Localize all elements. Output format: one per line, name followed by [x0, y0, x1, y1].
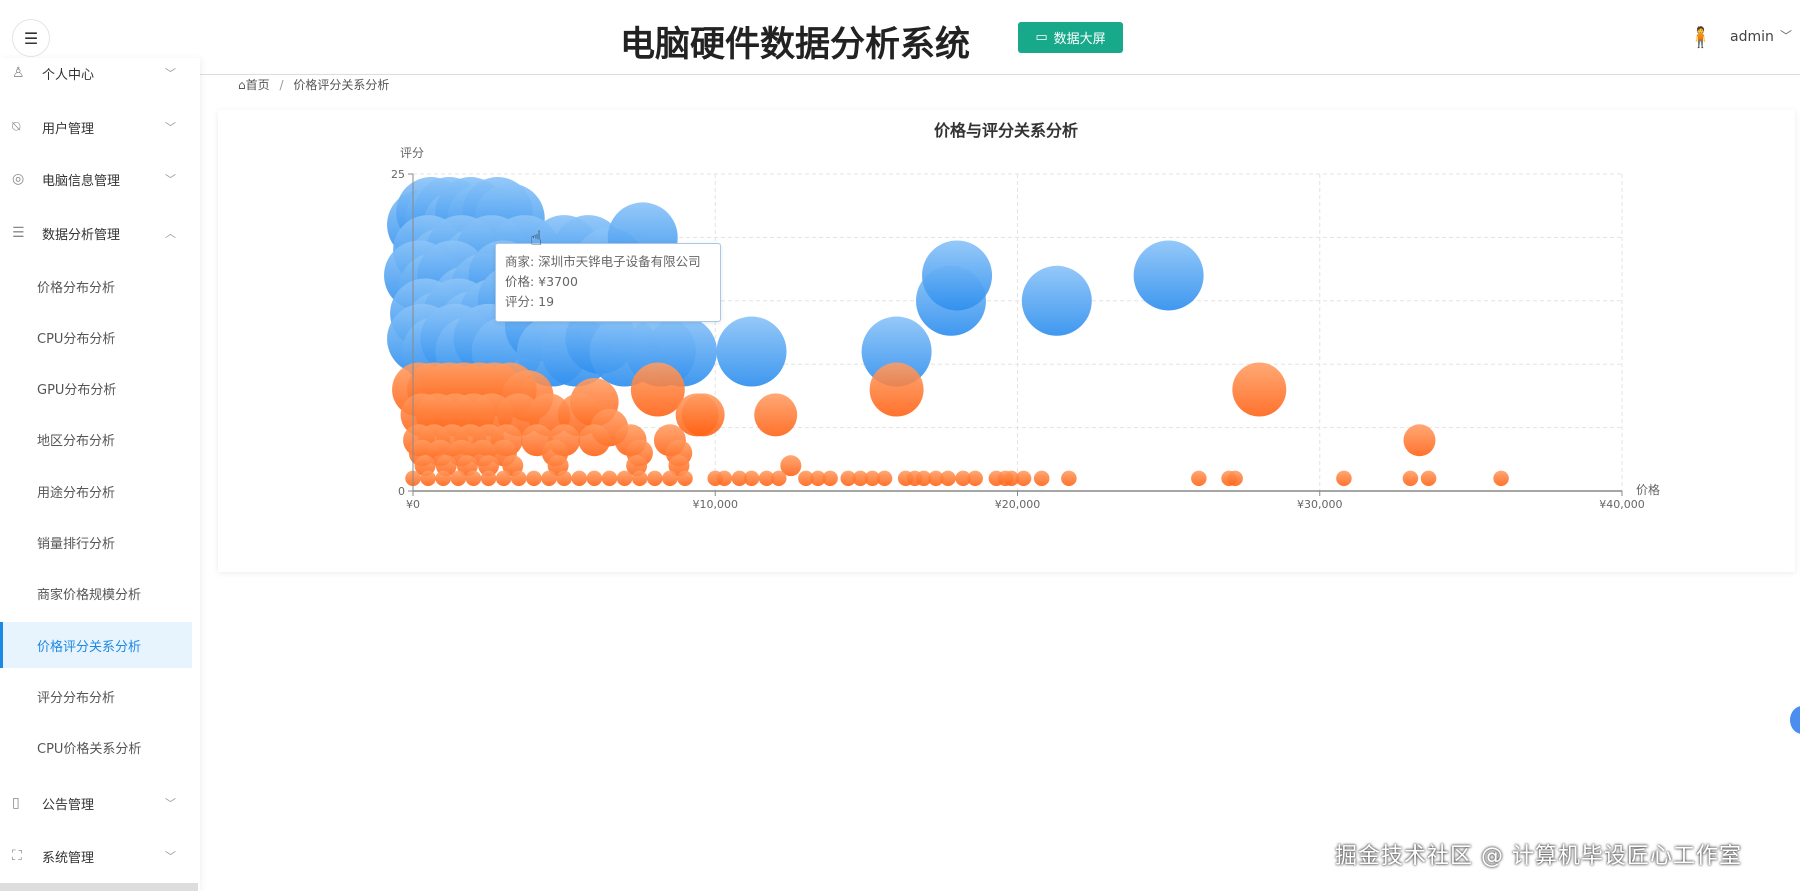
bubble-low-score: [1420, 470, 1437, 487]
bubble-high-score: [1021, 265, 1092, 336]
x-tick-label: ¥0: [406, 498, 420, 511]
bubble-low-score: [511, 470, 527, 487]
bubble-low-score: [1227, 470, 1243, 487]
bubble-low-score: [770, 470, 787, 487]
bubble-low-score: [1232, 362, 1287, 417]
chart-tooltip: 商家: 深圳市天铧电子设备有限公司 价格: ¥3700 评分: 19: [495, 243, 721, 322]
bubble-low-score: [1402, 470, 1419, 487]
bubble-low-score: [647, 470, 663, 487]
x-axis-label: 价格: [1636, 482, 1660, 497]
bubble-low-score: [869, 362, 924, 417]
bubble-low-score: [677, 470, 693, 487]
bubble-high-score: [716, 316, 787, 387]
watermark: 掘金技术社区 @ 计算机毕设匠心工作室: [1335, 844, 1742, 869]
tooltip-score: 评分: 19: [505, 294, 555, 309]
x-tick-label: ¥10,000: [693, 498, 739, 511]
bubble-low-score: [822, 470, 838, 487]
bubble-low-score: [465, 470, 482, 487]
hand-cursor-icon: ☝: [530, 226, 543, 250]
bubble-low-score: [616, 470, 633, 487]
chart-title: 价格与评分关系分析: [934, 121, 1078, 140]
bubble-low-score: [420, 470, 436, 487]
bubble-high-score: [922, 240, 993, 311]
bubble-low-score: [743, 470, 760, 487]
bubble-low-score: [1061, 470, 1077, 487]
bubble-low-score: [681, 393, 725, 437]
bubble-low-score: [601, 470, 618, 487]
bubble-high-score: [1133, 240, 1204, 311]
bubble-low-score: [578, 424, 611, 457]
bubble-low-score: [571, 470, 587, 487]
tooltip-price: 价格: ¥3700: [505, 274, 578, 289]
bubble-low-score: [716, 470, 733, 487]
y-tick-label: 0: [398, 485, 405, 498]
bubble-low-score: [876, 470, 893, 487]
bubble-low-score: [940, 470, 956, 487]
bubble-low-score: [967, 470, 983, 487]
bubble-low-score: [1493, 470, 1509, 487]
x-tick-label: ¥40,000: [1599, 498, 1645, 511]
bubble-low-score: [754, 393, 798, 437]
bubble-low-score: [1403, 424, 1436, 457]
bubble-low-score: [586, 470, 603, 487]
bubble-low-score: [495, 470, 512, 487]
bubble-low-score: [1033, 470, 1050, 487]
bubble-low-score: [480, 470, 497, 487]
bubble-low-score: [541, 470, 557, 487]
bubble-low-score: [435, 470, 451, 487]
tooltip-merchant: 商家: 深圳市天铧电子设备有限公司: [505, 254, 701, 269]
x-tick-label: ¥20,000: [995, 498, 1041, 511]
bubble-low-score: [631, 470, 648, 487]
bubble-low-score: [1015, 470, 1032, 487]
bubble-low-score: [1336, 470, 1352, 487]
bubble-low-score: [556, 470, 572, 487]
bubble-low-score: [526, 470, 542, 487]
bubble-low-score: [450, 470, 467, 487]
y-tick-label: 25: [391, 168, 405, 181]
scatter-chart[interactable]: 价格与评分关系分析评分价格 ¥0 ¥10,000 ¥20,000 ¥30,000 ¥40,…: [0, 0, 1800, 891]
x-tick-label: ¥30,000: [1297, 498, 1343, 511]
bubble-low-score: [1191, 470, 1207, 487]
y-axis-label: 评分: [400, 146, 424, 160]
bubble-low-score: [662, 470, 678, 487]
